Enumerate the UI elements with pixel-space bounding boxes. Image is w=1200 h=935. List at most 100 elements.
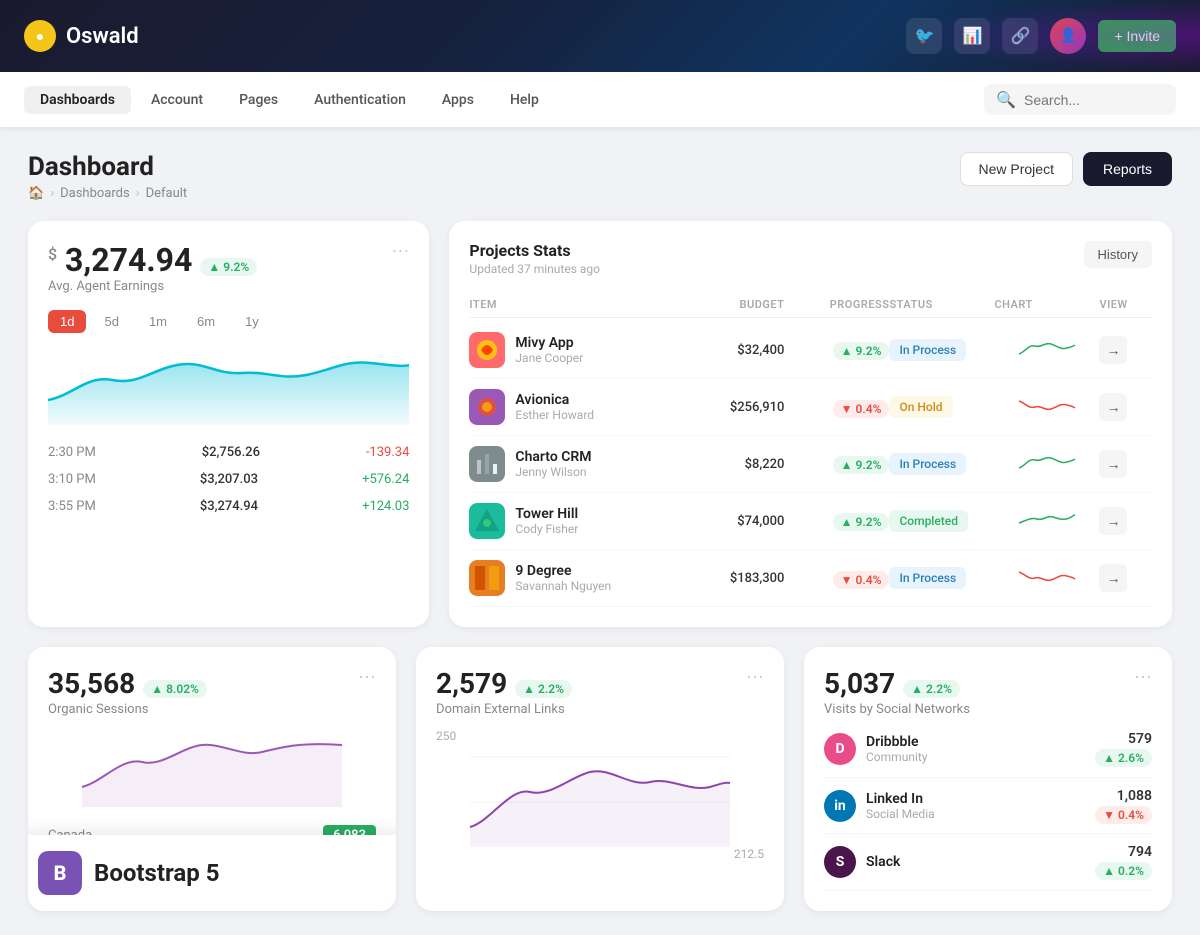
page-title-block: Dashboard 🏠 › Dashboards › Default [28, 152, 187, 201]
page-content: Dashboard 🏠 › Dashboards › Default New P… [0, 128, 1200, 935]
projects-stats-card: Projects Stats Updated 37 minutes ago Hi… [449, 221, 1172, 627]
header-buttons: New Project Reports [960, 152, 1173, 186]
brand-icon: ● [24, 20, 56, 52]
breadcrumb-dashboards[interactable]: Dashboards [60, 186, 130, 201]
organic-badge: ▲ 8.02% [143, 680, 207, 698]
reports-button[interactable]: Reports [1083, 152, 1172, 186]
avatar[interactable]: 👤 [1050, 18, 1086, 54]
brand-name: Oswald [66, 24, 139, 49]
social-networks-card: 5,037 ▲ 2.2% Visits by Social Networks ⋯… [804, 647, 1172, 911]
data-row-3: 3:55 PM $3,274.94 +124.03 [48, 495, 409, 518]
domain-badge: ▲ 2.2% [515, 680, 572, 698]
filter-5d[interactable]: 5d [92, 310, 130, 333]
view-btn-avionica[interactable]: → [1099, 393, 1127, 421]
earnings-card: $ 3,274.94 ▲ 9.2% Avg. Agent Earnings ⋯ … [28, 221, 429, 627]
brand: ● Oswald [24, 20, 906, 52]
topbar-actions: 🐦 📊 🔗 👤 + Invite [906, 18, 1176, 54]
filter-1y[interactable]: 1y [233, 310, 271, 333]
projects-title: Projects Stats [469, 241, 600, 260]
charto-icon [469, 446, 505, 482]
nav-authentication[interactable]: Authentication [298, 86, 422, 114]
linkedin-icon: in [824, 790, 856, 822]
data-row-2: 3:10 PM $3,207.03 +576.24 [48, 468, 409, 491]
view-btn-charto[interactable]: → [1099, 450, 1127, 478]
table-row: Tower Hill Cody Fisher $74,000 ▲ 9.2% Co… [469, 493, 1152, 550]
earnings-data-rows: 2:30 PM $2,756.26 -139.34 3:10 PM $3,207… [48, 441, 409, 518]
data-row-1: 2:30 PM $2,756.26 -139.34 [48, 441, 409, 464]
domain-label: Domain External Links [436, 702, 572, 717]
invite-button[interactable]: + Invite [1098, 20, 1176, 52]
col-status: STATUS [889, 298, 994, 311]
nav-help[interactable]: Help [494, 86, 555, 114]
avionica-icon [469, 389, 505, 425]
breadcrumb: 🏠 › Dashboards › Default [28, 186, 187, 201]
col-item: ITEM [469, 298, 679, 311]
time-filters: 1d 5d 1m 6m 1y [48, 310, 409, 333]
slack-icon: S [824, 846, 856, 878]
domain-links-card: 2,579 ▲ 2.2% Domain External Links ⋯ 250 [416, 647, 784, 911]
domain-more-icon[interactable]: ⋯ [746, 667, 764, 688]
bootstrap-icon: B [38, 851, 82, 895]
search-icon: 🔍 [996, 90, 1016, 109]
col-view: VIEW [1099, 298, 1152, 311]
table-header: ITEM BUDGET PROGRESS STATUS CHART VIEW [469, 292, 1152, 318]
col-budget: BUDGET [679, 298, 784, 311]
view-btn-tower[interactable]: → [1099, 507, 1127, 535]
organic-more-icon[interactable]: ⋯ [358, 667, 376, 688]
item-cell: Tower Hill Cody Fisher [469, 503, 679, 539]
nine-degree-icon [469, 560, 505, 596]
search-input[interactable] [1024, 92, 1164, 108]
social-label: Visits by Social Networks [824, 702, 970, 717]
domain-chart [436, 747, 764, 847]
domain-amount: 2,579 [436, 667, 507, 700]
col-chart: CHART [994, 298, 1099, 311]
earnings-label: Avg. Agent Earnings [48, 279, 257, 294]
earnings-more-icon[interactable]: ⋯ [391, 241, 409, 262]
tower-hill-icon [469, 503, 505, 539]
history-button[interactable]: History [1084, 241, 1152, 268]
top-cards-grid: $ 3,274.94 ▲ 9.2% Avg. Agent Earnings ⋯ … [28, 221, 1172, 627]
table-row: Avionica Esther Howard $256,910 ▼ 0.4% O… [469, 379, 1152, 436]
earnings-chart [48, 345, 409, 425]
earnings-header: $ 3,274.94 ▲ 9.2% Avg. Agent Earnings ⋯ [48, 241, 409, 306]
col-progress: PROGRESS [784, 298, 889, 311]
nav-links: Dashboards Account Pages Authentication … [24, 86, 984, 114]
main-nav: Dashboards Account Pages Authentication … [0, 72, 1200, 128]
social-more-icon[interactable]: ⋯ [1134, 667, 1152, 688]
earnings-badge: ▲ 9.2% [200, 258, 257, 276]
item-cell: Avionica Esther Howard [469, 389, 679, 425]
topbar-share-icon[interactable]: 🔗 [1002, 18, 1038, 54]
bottom-grid: 35,568 ▲ 8.02% Organic Sessions ⋯ Canada… [28, 647, 1172, 911]
topbar-chart-icon[interactable]: 📊 [954, 18, 990, 54]
organic-amount: 35,568 [48, 667, 135, 700]
page-header: Dashboard 🏠 › Dashboards › Default New P… [28, 152, 1172, 201]
social-item-dribbble: D Dribbble Community 579 ▲ 2.6% [824, 721, 1152, 778]
nav-apps[interactable]: Apps [426, 86, 490, 114]
item-cell: Mivy App Jane Cooper [469, 332, 679, 368]
nav-account[interactable]: Account [135, 86, 219, 114]
projects-updated: Updated 37 minutes ago [469, 262, 600, 276]
bootstrap-text: Bootstrap 5 [94, 859, 219, 887]
view-btn-9degree[interactable]: → [1099, 564, 1127, 592]
table-row: 9 Degree Savannah Nguyen $183,300 ▼ 0.4%… [469, 550, 1152, 607]
topbar-bird-icon[interactable]: 🐦 [906, 18, 942, 54]
nav-dashboards[interactable]: Dashboards [24, 86, 131, 114]
organic-label: Organic Sessions [48, 702, 207, 717]
organic-sessions-card: 35,568 ▲ 8.02% Organic Sessions ⋯ Canada… [28, 647, 396, 911]
filter-1d[interactable]: 1d [48, 310, 86, 333]
new-project-button[interactable]: New Project [960, 152, 1073, 186]
filter-6m[interactable]: 6m [185, 310, 227, 333]
currency-symbol: $ [48, 244, 57, 263]
dribbble-icon: D [824, 733, 856, 765]
table-row: Mivy App Jane Cooper $32,400 ▲ 9.2% In P… [469, 322, 1152, 379]
view-btn-mivy[interactable]: → [1099, 336, 1127, 364]
table-row: Charto CRM Jenny Wilson $8,220 ▲ 9.2% In… [469, 436, 1152, 493]
filter-1m[interactable]: 1m [137, 310, 179, 333]
search-bar: 🔍 [984, 84, 1176, 115]
breadcrumb-home-icon: 🏠 [28, 186, 44, 201]
nav-pages[interactable]: Pages [223, 86, 294, 114]
projects-card-header: Projects Stats Updated 37 minutes ago Hi… [469, 241, 1152, 276]
social-amount: 5,037 [824, 667, 895, 700]
page-title: Dashboard [28, 152, 187, 182]
item-cell: 9 Degree Savannah Nguyen [469, 560, 679, 596]
